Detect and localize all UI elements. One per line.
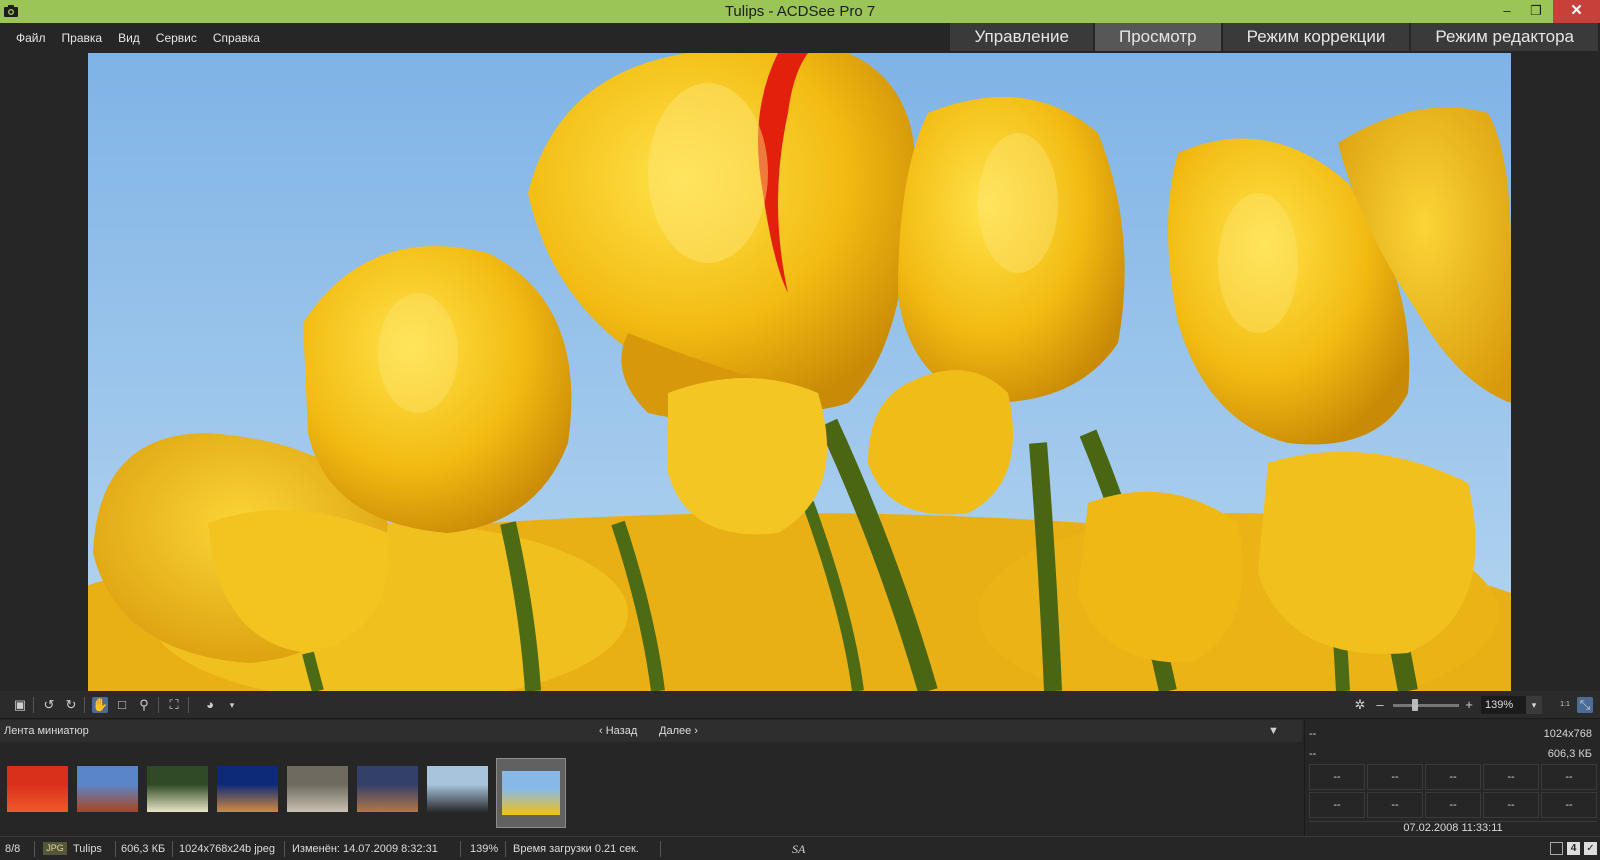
info-panel: -- 1024x768 -- 606,3 КБ -- -- -- -- -- -… — [1304, 720, 1600, 836]
exif-grid: -- -- -- -- -- -- -- -- -- -- — [1309, 764, 1597, 820]
thumbnail-strip — [7, 758, 567, 834]
viewer-toolbar: ▣ ↺ ↻ ✋ □ ⚲ ⛶ ◕ ▾ ✲ – + 139% ▾ 1:1 ⤡ — [0, 691, 1600, 719]
image-position: 8/8 — [5, 843, 21, 855]
window-title: Tulips - ACDSee Pro 7 — [724, 3, 876, 20]
menu-edit[interactable]: Правка — [62, 31, 103, 45]
close-button[interactable]: ✕ — [1553, 0, 1600, 23]
file-type-badge: JPG — [43, 842, 67, 855]
status-bar: 8/8 JPG Tulips 606,3 КБ 1024x768x24b jpe… — [0, 836, 1600, 860]
exif-cell: -- — [1483, 764, 1539, 790]
menu-bar: Файл Правка Вид Сервис Справка — [8, 31, 268, 45]
modified-date: Изменён: 14.07.2009 8:32:31 — [292, 843, 438, 855]
exif-cell: -- — [1425, 764, 1481, 790]
zoom-slider-handle[interactable] — [1412, 699, 1418, 711]
thumbnail-jellyfish[interactable] — [217, 766, 278, 812]
tab-edit[interactable]: Режим редактора — [1411, 23, 1598, 51]
next-button[interactable]: Далее › — [659, 725, 698, 737]
chevron-down-icon[interactable]: ▾ — [224, 697, 240, 713]
zoom-status: 139% — [470, 843, 499, 855]
date-taken: 07.02.2008 11:33:11 — [1309, 821, 1597, 836]
previous-button[interactable]: ‹ Назад — [599, 725, 637, 737]
file-size: 606,3 КБ — [121, 843, 166, 855]
status-divider — [660, 841, 661, 857]
selection-count-badge[interactable]: 4 — [1567, 842, 1580, 855]
tab-develop[interactable]: Режим коррекции — [1222, 23, 1410, 51]
menu-file[interactable]: Файл — [16, 31, 46, 45]
image-viewer[interactable] — [0, 53, 1600, 691]
palette-icon[interactable]: ◕ — [202, 697, 218, 713]
exif-cell: -- — [1367, 764, 1423, 790]
select-mode-icon[interactable] — [1550, 842, 1563, 855]
toolbar-divider — [33, 697, 34, 713]
thumbnail-hydrangeas[interactable] — [147, 766, 208, 812]
zoom-dropdown[interactable]: ▾ — [1526, 696, 1542, 714]
rotate-left-icon[interactable]: ↺ — [41, 697, 57, 713]
load-time: Время загрузки 0.21 сек. — [513, 843, 639, 855]
tulips-photo[interactable] — [88, 53, 1511, 691]
fullscreen-icon[interactable]: ⛶ — [166, 697, 182, 713]
sa-label: SA — [792, 842, 806, 856]
exif-cell: -- — [1425, 792, 1481, 818]
thumbnail-penguins[interactable] — [427, 766, 488, 812]
exif-cell: -- — [1309, 792, 1365, 818]
hand-tool-icon[interactable]: ✋ — [92, 697, 108, 713]
info-dimensions: 1024x768 — [1543, 728, 1592, 740]
actual-size-button[interactable]: 1:1 — [1557, 697, 1573, 713]
info-filesize: 606,3 КБ — [1547, 748, 1592, 760]
filmstrip-title: Лента миниатюр — [4, 725, 89, 737]
menu-row: Файл Правка Вид Сервис Справка Управлени… — [0, 23, 1600, 53]
exif-cell: -- — [1541, 764, 1597, 790]
toolbar-divider — [84, 697, 85, 713]
status-divider — [284, 841, 285, 857]
next-label: Далее — [659, 725, 692, 737]
exif-cell: -- — [1541, 792, 1597, 818]
filmstrip-panel: Лента миниатюр ‹ Назад Далее › ▼ — [0, 720, 1302, 836]
info-lens: -- — [1309, 748, 1317, 760]
zoom-in-button[interactable]: + — [1461, 697, 1477, 713]
toolbar-divider — [158, 697, 159, 713]
collapse-icon[interactable]: ▼ — [1268, 725, 1279, 737]
file-name: Tulips — [73, 843, 102, 855]
maximize-button[interactable]: ❐ — [1522, 0, 1550, 23]
toolbar-divider — [188, 697, 189, 713]
zoom-out-button[interactable]: – — [1372, 697, 1388, 713]
checkmark-icon[interactable]: ✓ — [1584, 842, 1597, 855]
zoom-tool-icon[interactable]: ⚲ — [136, 697, 152, 713]
minimize-button[interactable]: – — [1494, 0, 1520, 23]
title-bar: Tulips - ACDSee Pro 7 – ❐ ✕ — [0, 0, 1600, 23]
tab-view[interactable]: Просмотр — [1094, 23, 1221, 51]
navigator-icon[interactable]: ✲ — [1352, 697, 1368, 713]
status-divider — [460, 841, 461, 857]
filmstrip-header: Лента миниатюр ‹ Назад Далее › ▼ — [0, 720, 1302, 742]
status-divider — [115, 841, 116, 857]
thumbnail-tulips[interactable] — [496, 758, 566, 828]
status-divider — [172, 841, 173, 857]
exif-cell: -- — [1309, 764, 1365, 790]
menu-help[interactable]: Справка — [213, 31, 260, 45]
info-camera: -- — [1309, 728, 1317, 740]
select-tool-icon[interactable]: □ — [114, 697, 130, 713]
exif-cell: -- — [1367, 792, 1423, 818]
tab-manage[interactable]: Управление — [950, 23, 1093, 51]
menu-view[interactable]: Вид — [118, 31, 140, 45]
status-divider — [505, 841, 506, 857]
menu-tools[interactable]: Сервис — [156, 31, 197, 45]
rotate-right-icon[interactable]: ↻ — [63, 697, 79, 713]
thumbnail-lighthouse[interactable] — [357, 766, 418, 812]
zoom-slider[interactable] — [1393, 704, 1459, 707]
mode-tabs: Управление Просмотр Режим коррекции Режи… — [950, 23, 1600, 53]
image-info-icon[interactable]: ▣ — [12, 697, 28, 713]
image-dimensions: 1024x768x24b jpeg — [179, 843, 276, 855]
previous-label: Назад — [605, 725, 638, 737]
status-divider — [34, 841, 35, 857]
thumbnail-chrysanthemum[interactable] — [7, 766, 68, 812]
thumbnail-koala[interactable] — [287, 766, 348, 812]
fit-image-icon[interactable]: ⤡ — [1577, 697, 1593, 713]
exif-cell: -- — [1483, 792, 1539, 818]
thumbnail-desert[interactable] — [77, 766, 138, 812]
thumbnail-image — [502, 771, 560, 815]
